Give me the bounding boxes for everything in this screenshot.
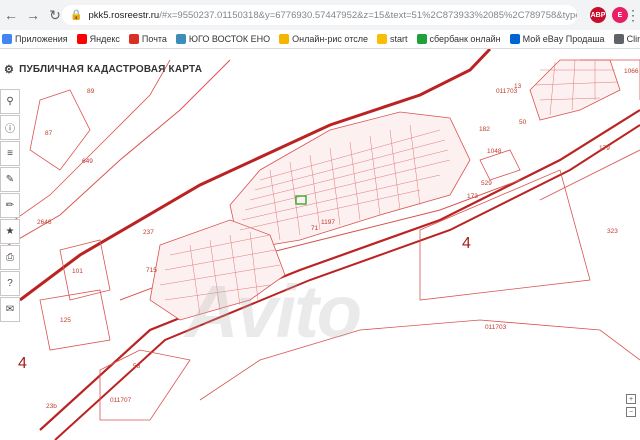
address-bar[interactable]: 🔒 pkk5.rosreestr.ru/#x=9550237.01150318&… xyxy=(62,5,577,25)
page-title: ПУБЛИЧНАЯ КАДАСТРОВАЯ КАРТА xyxy=(19,63,203,75)
layers-tool-button[interactable]: ≡ xyxy=(0,141,20,166)
parcel-label: 13 xyxy=(514,83,522,90)
parcel-label: 011703 xyxy=(485,324,507,331)
bookmark-online-tracking[interactable]: Онлайн-рис отсле xyxy=(279,34,368,44)
url-path: /#x=9550237.01150318&y=6776930.57447952&… xyxy=(159,9,577,21)
bookmark-mail[interactable]: Почта xyxy=(128,34,167,44)
layers-icon: ≡ xyxy=(7,148,13,159)
bookmark-ebay[interactable]: Мой eBay Продаша xyxy=(509,34,605,44)
parcel-label: 011707 xyxy=(110,397,132,404)
parcel-label: 4 xyxy=(462,235,471,252)
parcel-label: 1197 xyxy=(321,219,335,226)
help-icon: ? xyxy=(7,278,13,289)
map-canvas[interactable]: 8987649101125440117030117030117071825010… xyxy=(0,49,640,440)
bookmark-sberbank[interactable]: сбербанк онлайн xyxy=(416,34,501,44)
parcel-label: 1048 xyxy=(487,148,502,155)
parcel-label: 1066 xyxy=(624,68,639,75)
parcel-label: 4 xyxy=(18,355,27,372)
cadastral-map[interactable]: 89 87 649 101 125 4 4 011703 011703 011707 182 50 10… xyxy=(0,49,640,440)
ebay-icon xyxy=(509,34,520,44)
favorite-tool-button[interactable]: ★ xyxy=(0,219,20,244)
lock-icon: 🔒 xyxy=(70,9,83,21)
bookmark-climb[interactable]: Climb.com xyxy=(613,34,640,44)
browser-toolbar: ← → ↻ 🔒 pkk5.rosreestr.ru/#x=9550237.011… xyxy=(0,0,640,30)
print-tool-button[interactable]: ⎙ xyxy=(0,245,20,270)
star-icon: ★ xyxy=(5,226,15,237)
parcel-label: 173 xyxy=(467,193,478,200)
edit-tool-button[interactable]: ✏ xyxy=(0,193,20,218)
parcel-label: 23b xyxy=(46,403,57,410)
parcel-label: 529 xyxy=(481,180,492,187)
parcel-label: 89 xyxy=(87,88,95,95)
sberbank-icon xyxy=(416,34,427,44)
app-header: ⚙ ПУБЛИЧНАЯ КАДАСТРОВАЯ КАРТА xyxy=(0,58,208,80)
parcel-label: 323 xyxy=(607,228,618,235)
parcel-label: 179 xyxy=(599,145,610,152)
parcel-label: 125 xyxy=(60,317,71,324)
search-tool-button[interactable]: ⚲ xyxy=(0,89,20,114)
mail-icon xyxy=(128,34,139,44)
bookmark-yugo-vostok[interactable]: ЮГО ВОСТОК ЕНО xyxy=(175,34,270,44)
parcel-label: 50 xyxy=(519,119,527,126)
pencil-icon: ✎ xyxy=(5,174,15,185)
yandex-icon xyxy=(76,34,87,44)
adblock-extension-icon[interactable]: ABP xyxy=(590,7,606,23)
gear-icon[interactable]: ⚙ xyxy=(4,63,14,76)
site-icon xyxy=(279,34,290,44)
parcel-label: 101 xyxy=(72,268,83,275)
parcel-label: 237 xyxy=(143,229,154,236)
site-icon xyxy=(175,34,186,44)
map-toolbar: ⚲ ⓘ ≡ ✎ ✏ ★ ⎙ ? ✉ xyxy=(0,89,20,323)
mail-tool-button[interactable]: ✉ xyxy=(0,297,20,322)
parcel-label: 2646 xyxy=(37,219,52,226)
bookmarks-bar: Приложения Яндекс Почта ЮГО ВОСТОК ЕНО О… xyxy=(0,30,640,49)
parcel-label: 87 xyxy=(45,130,53,137)
site-icon xyxy=(613,34,624,44)
apps-grid-icon xyxy=(2,34,12,44)
bookmark-start[interactable]: start xyxy=(376,34,408,44)
forward-arrow-icon[interactable]: → xyxy=(22,4,44,26)
print-icon: ⎙ xyxy=(6,252,14,263)
parcel-label: 58 xyxy=(133,363,141,370)
mail-icon: ✉ xyxy=(5,304,15,315)
bookmark-apps[interactable]: Приложения xyxy=(2,34,68,44)
menu-dots-icon[interactable]: ⋮ xyxy=(626,4,640,26)
parcel-label: 715 xyxy=(146,267,157,274)
info-tool-button[interactable]: ⓘ xyxy=(0,115,20,140)
bookmark-yandex[interactable]: Яндекс xyxy=(76,34,120,44)
avito-watermark: Avito xyxy=(185,270,362,353)
parcel-label: 71 xyxy=(311,225,319,232)
back-arrow-icon[interactable]: ← xyxy=(0,4,22,26)
help-tool-button[interactable]: ? xyxy=(0,271,20,296)
search-icon: ⚲ xyxy=(6,96,14,107)
map-scale-toggle-icon[interactable]: + xyxy=(626,394,636,404)
edit-icon: ✏ xyxy=(5,200,15,211)
info-icon: ⓘ xyxy=(5,124,15,135)
parcel-label: 182 xyxy=(479,126,490,133)
url-host: pkk5.rosreestr.ru xyxy=(88,9,160,21)
parcel-label: 649 xyxy=(82,158,93,165)
folder-icon xyxy=(376,34,387,44)
map-zoom-out-icon[interactable]: − xyxy=(626,407,636,417)
draw-tool-button[interactable]: ✎ xyxy=(0,167,20,192)
